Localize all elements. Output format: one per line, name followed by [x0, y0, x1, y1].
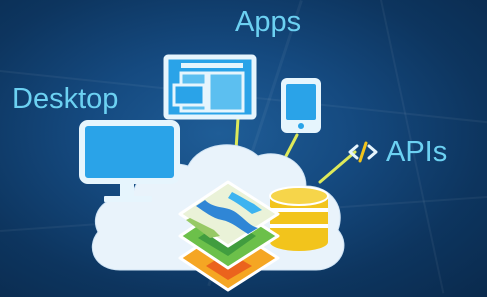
label-apis: APIs: [386, 136, 448, 168]
connector-mobile: [283, 133, 299, 160]
database-icon: [269, 186, 329, 251]
hero-diagram: Apps Desktop APIs: [0, 0, 487, 297]
browser-windows-icon: [163, 54, 257, 120]
connector-apis: [318, 150, 357, 184]
tablet-icon: [281, 78, 321, 133]
label-desktop: Desktop: [12, 83, 119, 115]
label-apps: Apps: [235, 6, 302, 38]
